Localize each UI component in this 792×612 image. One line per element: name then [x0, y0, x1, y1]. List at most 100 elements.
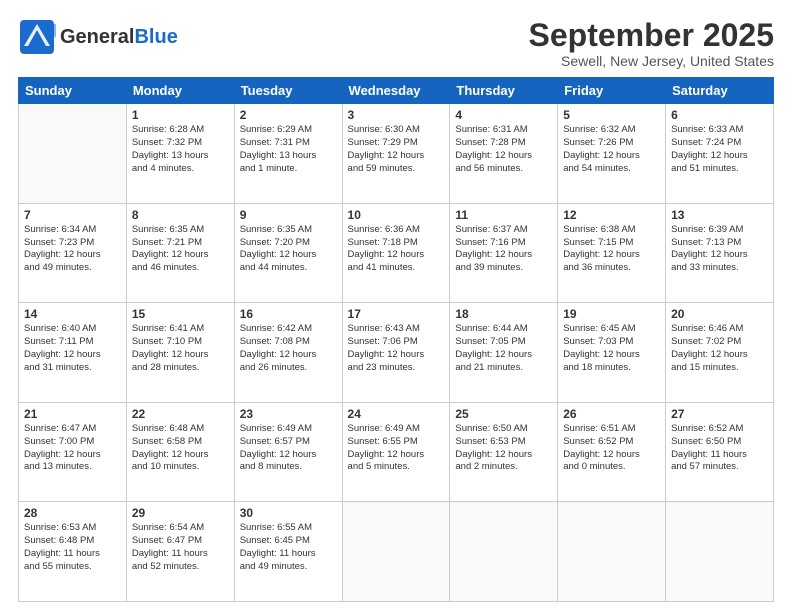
cell-info: Sunrise: 6:29 AM Sunset: 7:31 PM Dayligh…: [240, 124, 337, 175]
cell-info: Sunrise: 6:35 AM Sunset: 7:21 PM Dayligh…: [132, 224, 229, 275]
day-number: 21: [24, 407, 121, 421]
table-row: 12Sunrise: 6:38 AM Sunset: 7:15 PM Dayli…: [558, 203, 666, 303]
cell-info: Sunrise: 6:31 AM Sunset: 7:28 PM Dayligh…: [455, 124, 552, 175]
table-row: 29 Sunrise: 6:54 AM Sunset: 6:47 PM Dayli…: [126, 502, 234, 602]
table-row: 27 Sunrise: 6:52 AM Sunset: 6:50 PM Dayli…: [666, 402, 774, 502]
table-row: 22 Sunrise: 6:48 AM Sunset: 6:58 PM Dayli…: [126, 402, 234, 502]
day-number: 10: [348, 208, 445, 222]
weekday-header: Wednesday: [342, 78, 450, 104]
month-title: September 2025: [529, 18, 774, 53]
table-row: [342, 502, 450, 602]
table-row: 23Sunrise: 6:49 AM Sunset: 6:57 PM Dayli…: [234, 402, 342, 502]
weekday-header: Tuesday: [234, 78, 342, 104]
table-row: 24 Sunrise: 6:49 AM Sunset: 6:55 PM Dayli…: [342, 402, 450, 502]
cell-info: Sunrise: 6:45 AM Sunset: 7:03 PM Dayligh…: [563, 323, 660, 374]
table-row: 14 Sunrise: 6:40 AM Sunset: 7:11 PM Dayli…: [19, 303, 127, 403]
table-row: 21 Sunrise: 6:47 AM Sunset: 7:00 PM Dayli…: [19, 402, 127, 502]
day-number: 8: [132, 208, 229, 222]
cell-info: Sunrise: 6:40 AM Sunset: 7:11 PM Dayligh…: [24, 323, 121, 374]
table-row: 2 Sunrise: 6:29 AM Sunset: 7:31 PM Daylig…: [234, 104, 342, 204]
table-row: 11 Sunrise: 6:37 AM Sunset: 7:16 PM Dayli…: [450, 203, 558, 303]
logo-general: General: [60, 26, 134, 48]
table-row: 7Sunrise: 6:34 AM Sunset: 7:23 PM Daylig…: [19, 203, 127, 303]
day-number: 19: [563, 307, 660, 321]
day-number: 28: [24, 506, 121, 520]
cell-info: Sunrise: 6:30 AM Sunset: 7:29 PM Dayligh…: [348, 124, 445, 175]
day-number: 20: [671, 307, 768, 321]
cell-info: Sunrise: 6:36 AM Sunset: 7:18 PM Dayligh…: [348, 224, 445, 275]
cell-info: Sunrise: 6:46 AM Sunset: 7:02 PM Dayligh…: [671, 323, 768, 374]
cell-info: Sunrise: 6:33 AM Sunset: 7:24 PM Dayligh…: [671, 124, 768, 175]
day-number: 24: [348, 407, 445, 421]
day-number: 5: [563, 108, 660, 122]
day-number: 18: [455, 307, 552, 321]
table-row: 17 Sunrise: 6:43 AM Sunset: 7:06 PM Dayli…: [342, 303, 450, 403]
cell-info: Sunrise: 6:48 AM Sunset: 6:58 PM Dayligh…: [132, 423, 229, 474]
cell-info: Sunrise: 6:44 AM Sunset: 7:05 PM Dayligh…: [455, 323, 552, 374]
cell-info: Sunrise: 6:32 AM Sunset: 7:26 PM Dayligh…: [563, 124, 660, 175]
table-row: [666, 502, 774, 602]
table-row: [558, 502, 666, 602]
day-number: 12: [563, 208, 660, 222]
table-row: 25 Sunrise: 6:50 AM Sunset: 6:53 PM Dayli…: [450, 402, 558, 502]
cell-info: Sunrise: 6:49 AM Sunset: 6:55 PM Dayligh…: [348, 423, 445, 474]
table-row: 26 Sunrise: 6:51 AM Sunset: 6:52 PM Dayli…: [558, 402, 666, 502]
day-number: 4: [455, 108, 552, 122]
cell-info: Sunrise: 6:28 AM Sunset: 7:32 PM Dayligh…: [132, 124, 229, 175]
day-number: 13: [671, 208, 768, 222]
cell-info: Sunrise: 6:47 AM Sunset: 7:00 PM Dayligh…: [24, 423, 121, 474]
cell-info: Sunrise: 6:35 AM Sunset: 7:20 PM Dayligh…: [240, 224, 337, 275]
day-number: 17: [348, 307, 445, 321]
table-row: 4 Sunrise: 6:31 AM Sunset: 7:28 PM Daylig…: [450, 104, 558, 204]
cell-info: Sunrise: 6:42 AM Sunset: 7:08 PM Dayligh…: [240, 323, 337, 374]
cell-info: Sunrise: 6:43 AM Sunset: 7:06 PM Dayligh…: [348, 323, 445, 374]
table-row: 5 Sunrise: 6:32 AM Sunset: 7:26 PM Daylig…: [558, 104, 666, 204]
day-number: 27: [671, 407, 768, 421]
weekday-header: Sunday: [19, 78, 127, 104]
table-row: 10 Sunrise: 6:36 AM Sunset: 7:18 PM Dayli…: [342, 203, 450, 303]
cell-info: Sunrise: 6:52 AM Sunset: 6:50 PM Dayligh…: [671, 423, 768, 474]
table-row: 18 Sunrise: 6:44 AM Sunset: 7:05 PM Dayli…: [450, 303, 558, 403]
day-number: 2: [240, 108, 337, 122]
day-number: 6: [671, 108, 768, 122]
cell-info: Sunrise: 6:54 AM Sunset: 6:47 PM Dayligh…: [132, 522, 229, 573]
table-row: 28Sunrise: 6:53 AM Sunset: 6:48 PM Dayli…: [19, 502, 127, 602]
weekday-header: Friday: [558, 78, 666, 104]
day-number: 23: [240, 407, 337, 421]
day-number: 29: [132, 506, 229, 520]
cell-info: Sunrise: 6:51 AM Sunset: 6:52 PM Dayligh…: [563, 423, 660, 474]
day-number: 14: [24, 307, 121, 321]
day-number: 26: [563, 407, 660, 421]
day-number: 3: [348, 108, 445, 122]
cell-info: Sunrise: 6:39 AM Sunset: 7:13 PM Dayligh…: [671, 224, 768, 275]
logo: GeneralBlue: [18, 18, 178, 56]
cell-info: Sunrise: 6:55 AM Sunset: 6:45 PM Dayligh…: [240, 522, 337, 573]
table-row: 15Sunrise: 6:41 AM Sunset: 7:10 PM Dayli…: [126, 303, 234, 403]
weekday-header: Monday: [126, 78, 234, 104]
day-number: 25: [455, 407, 552, 421]
day-number: 1: [132, 108, 229, 122]
table-row: 19 Sunrise: 6:45 AM Sunset: 7:03 PM Dayli…: [558, 303, 666, 403]
day-number: 9: [240, 208, 337, 222]
cell-info: Sunrise: 6:50 AM Sunset: 6:53 PM Dayligh…: [455, 423, 552, 474]
cell-info: Sunrise: 6:41 AM Sunset: 7:10 PM Dayligh…: [132, 323, 229, 374]
table-row: 13 Sunrise: 6:39 AM Sunset: 7:13 PM Dayli…: [666, 203, 774, 303]
day-number: 30: [240, 506, 337, 520]
weekday-header: Thursday: [450, 78, 558, 104]
title-block: September 2025 Sewell, New Jersey, Unite…: [529, 18, 774, 69]
day-number: 11: [455, 208, 552, 222]
table-row: 20 Sunrise: 6:46 AM Sunset: 7:02 PM Dayli…: [666, 303, 774, 403]
table-row: 8 Sunrise: 6:35 AM Sunset: 7:21 PM Daylig…: [126, 203, 234, 303]
cell-info: Sunrise: 6:34 AM Sunset: 7:23 PM Dayligh…: [24, 224, 121, 275]
table-row: [450, 502, 558, 602]
day-number: 22: [132, 407, 229, 421]
table-row: 30 Sunrise: 6:55 AM Sunset: 6:45 PM Dayli…: [234, 502, 342, 602]
logo-icon: [18, 18, 56, 56]
cell-info: Sunrise: 6:37 AM Sunset: 7:16 PM Dayligh…: [455, 224, 552, 275]
location-subtitle: Sewell, New Jersey, United States: [529, 53, 774, 69]
logo-blue: Blue: [134, 26, 177, 48]
table-row: 6 Sunrise: 6:33 AM Sunset: 7:24 PM Daylig…: [666, 104, 774, 204]
table-row: 1 Sunrise: 6:28 AM Sunset: 7:32 PM Daylig…: [126, 104, 234, 204]
weekday-header: Saturday: [666, 78, 774, 104]
table-row: 16Sunrise: 6:42 AM Sunset: 7:08 PM Dayli…: [234, 303, 342, 403]
